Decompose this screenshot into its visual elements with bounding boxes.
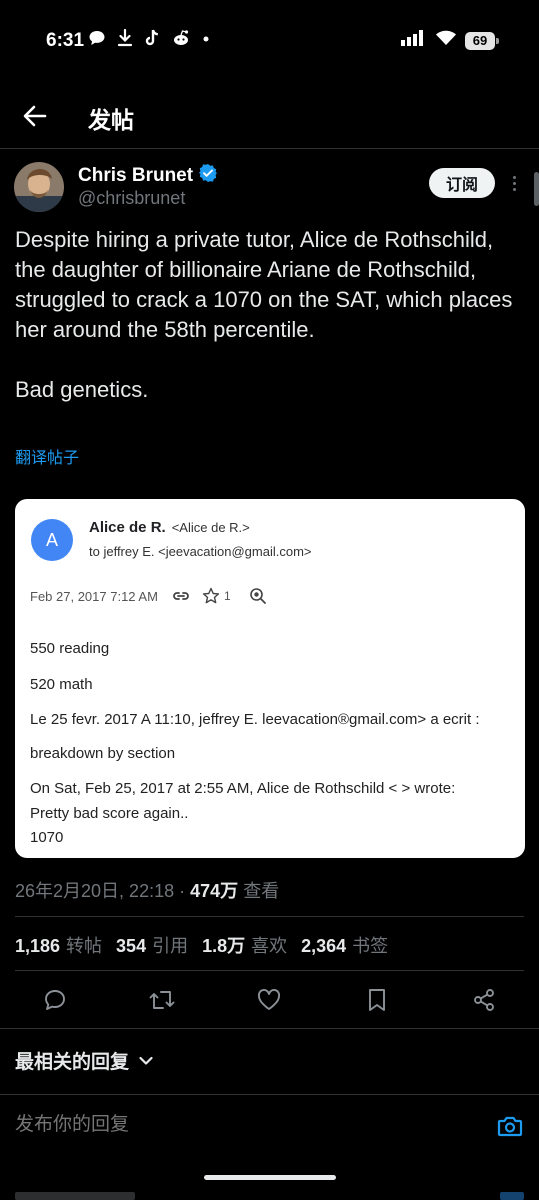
email-body-line: Pretty bad score again.. — [30, 805, 189, 822]
stat-value: 1.8万 — [202, 936, 246, 956]
scrollbar[interactable] — [534, 172, 539, 206]
status-right-icons: 69 — [401, 30, 499, 51]
reply-button[interactable] — [41, 986, 69, 1014]
replies-sort-dropdown[interactable]: 最相关的回复 — [15, 1047, 153, 1074]
subscribe-button[interactable]: 订阅 — [429, 168, 495, 198]
reply-bar — [0, 1106, 539, 1150]
post-text: Despite hiring a private tutor, Alice de… — [15, 225, 515, 405]
stat-label: 转帖 — [66, 936, 103, 956]
camera-button[interactable] — [496, 1112, 524, 1140]
signal-icon — [401, 30, 427, 51]
status-bar: 6:31 69 — [0, 0, 539, 80]
post-timestamp-views: 26年2月20日, 22:18 · 474万 查看 — [15, 877, 279, 903]
chat-bubble-icon — [88, 29, 106, 47]
partial-content-peek — [15, 1192, 135, 1200]
divider — [15, 970, 524, 971]
page-title: 发帖 — [88, 107, 134, 133]
share-button[interactable] — [470, 986, 498, 1014]
like-icon — [257, 989, 281, 1010]
more-dot-icon — [512, 187, 516, 191]
post-paragraph: Despite hiring a private tutor, Alice de… — [15, 227, 513, 342]
link-icon — [172, 590, 190, 602]
more-dot-icon — [512, 175, 516, 179]
email-body-line: On Sat, Feb 25, 2017 at 2:55 AM, Alice d… — [30, 780, 456, 797]
reply-icon — [45, 990, 65, 1010]
stat-likes[interactable]: 1.8万 喜欢 — [202, 932, 287, 958]
divider — [0, 1028, 539, 1029]
attached-image-email[interactable]: A Alice de R. <Alice de R.> to jeffrey E.… — [15, 499, 525, 858]
email-meta: Feb 27, 2017 7:12 AM 1 — [30, 587, 279, 605]
reply-input[interactable] — [15, 1114, 435, 1136]
reddit-icon — [171, 29, 191, 47]
action-bar — [0, 982, 539, 1018]
divider — [0, 1094, 539, 1095]
author-name[interactable]: Chris Brunet — [78, 164, 218, 188]
arrow-left-icon — [23, 105, 47, 127]
email-body-line: breakdown by section — [30, 745, 176, 762]
stat-label: 喜欢 — [251, 936, 288, 956]
translate-post-link[interactable]: 翻译帖子 — [15, 444, 79, 468]
post-paragraph: Bad genetics. — [15, 377, 149, 402]
stat-quotes[interactable]: 354 引用 — [116, 932, 188, 958]
bookmark-icon — [369, 989, 385, 1011]
email-date: Feb 27, 2017 7:12 AM — [30, 588, 158, 604]
home-indicator[interactable] — [204, 1175, 336, 1180]
bookmark-button[interactable] — [363, 986, 391, 1014]
more-dot-icon — [512, 181, 516, 185]
back-button[interactable] — [20, 102, 50, 130]
author-avatar[interactable] — [14, 162, 64, 212]
email-sender-address: <Alice de R.> — [171, 520, 250, 535]
email-sender-name: Alice de R. — [89, 519, 166, 536]
author-handle[interactable]: @chrisbrunet — [78, 188, 185, 209]
replies-sort-label: 最相关的回复 — [15, 1052, 130, 1073]
dot-icon — [202, 29, 210, 47]
star-count: 1 — [223, 589, 231, 603]
engagement-stats: 1,186 转帖 354 引用 1.8万 喜欢 2,364 书签 — [15, 932, 388, 958]
download-icon — [117, 29, 133, 47]
partial-content-peek — [500, 1192, 524, 1200]
like-button[interactable] — [255, 986, 283, 1014]
star-icon — [202, 587, 220, 605]
email-body-line: 520 math — [30, 676, 93, 693]
stat-label: 引用 — [152, 936, 189, 956]
header-divider — [0, 148, 539, 149]
zoom-icon — [249, 587, 267, 605]
email-recipient: to jeffrey E. <jeevacation@gmail.com> — [89, 544, 312, 559]
author-name-text: Chris Brunet — [78, 165, 194, 186]
status-time: 6:31 — [46, 30, 85, 51]
email-body-line: 550 reading — [30, 640, 110, 657]
battery-icon: 69 — [465, 31, 499, 50]
view-count: 474万 — [190, 881, 239, 901]
wifi-icon — [435, 30, 457, 51]
post-datetime[interactable]: 26年2月20日, 22:18 — [15, 881, 174, 901]
more-options-button[interactable] — [506, 172, 522, 194]
verified-badge-icon — [199, 164, 218, 188]
header: 发帖 — [0, 88, 539, 144]
stat-reposts[interactable]: 1,186 转帖 — [15, 932, 102, 958]
email-body-line: 1070 — [30, 829, 64, 846]
stat-label: 书签 — [352, 936, 389, 956]
email-body-line: Le 25 fevr. 2017 A 11:10, jeffrey E. lee… — [30, 711, 480, 728]
repost-button[interactable] — [148, 986, 176, 1014]
meta-separator: · — [179, 881, 186, 901]
divider — [15, 916, 524, 917]
views-label: 查看 — [243, 881, 280, 901]
stat-value: 2,364 — [301, 936, 347, 956]
stat-bookmarks[interactable]: 2,364 书签 — [301, 932, 388, 958]
email-sender-avatar: A — [31, 519, 73, 561]
chevron-down-icon — [139, 1056, 153, 1065]
stat-value: 1,186 — [15, 936, 61, 956]
share-icon — [474, 989, 494, 1011]
email-sender: Alice de R. <Alice de R.> — [89, 519, 250, 536]
retweet-icon — [149, 991, 175, 1009]
status-left-icons — [88, 29, 210, 47]
tiktok-icon — [144, 29, 160, 47]
camera-icon — [497, 1116, 523, 1137]
stat-value: 354 — [116, 936, 147, 956]
